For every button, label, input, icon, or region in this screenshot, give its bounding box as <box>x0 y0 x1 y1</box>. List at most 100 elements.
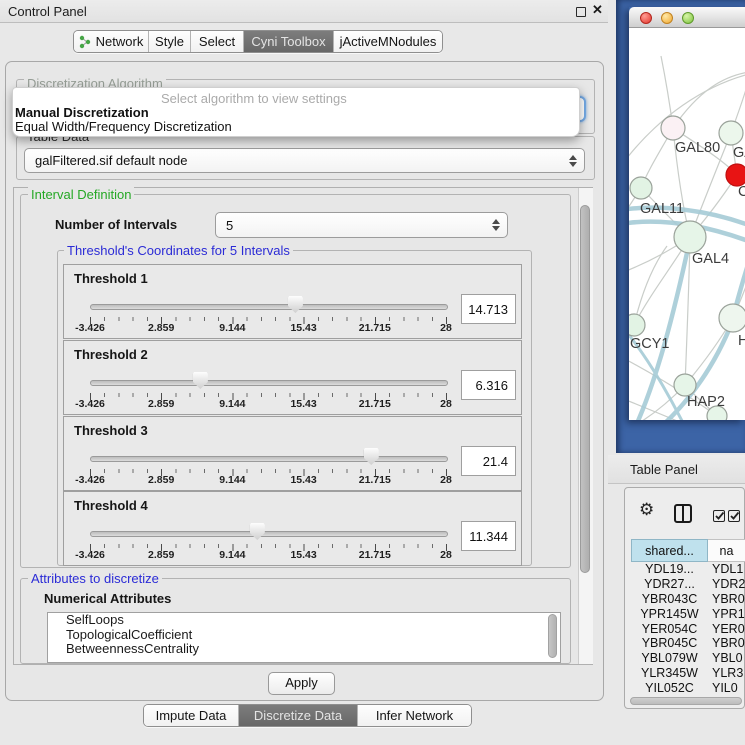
tab-jactivemnodules[interactable]: jActiveMNodules <box>334 31 442 52</box>
threshold-1-slider-track[interactable] <box>90 304 448 310</box>
network-nodes[interactable] <box>629 116 745 420</box>
table-cell[interactable]: YDR27... <box>631 577 708 591</box>
table-cell[interactable]: YLR345W <box>631 666 708 680</box>
popup-option-manual[interactable]: Manual Discretization <box>15 105 149 120</box>
threshold-1-value-field[interactable]: 14.713 <box>461 294 516 324</box>
minimize-traffic-light-icon[interactable] <box>661 12 673 24</box>
threshold-3-value-field[interactable]: 21.4 <box>461 446 516 476</box>
table-cell[interactable]: YBR0 <box>708 592 745 606</box>
close-traffic-light-icon[interactable] <box>640 12 652 24</box>
attribute-item[interactable]: SelfLoops <box>48 613 560 628</box>
tab-select[interactable]: Select <box>191 31 244 52</box>
top-tab-bar: Network Style Select Cyni Toolbox jActiv… <box>73 30 443 53</box>
node-h[interactable] <box>719 304 745 332</box>
zoom-traffic-light-icon[interactable] <box>682 12 694 24</box>
threshold-2-value-field[interactable]: 6.316 <box>461 370 516 400</box>
split-table-icon[interactable] <box>674 504 692 523</box>
node-gal11[interactable] <box>630 177 652 199</box>
vertical-scrollbar-thumb[interactable] <box>580 205 590 573</box>
threshold-4-slider-track[interactable] <box>90 531 448 537</box>
network-canvas[interactable]: GAL80 GA C GAL11 GAL4 GCY1 H HAP2 <box>629 28 745 420</box>
table-row[interactable]: YBL079WYBL0 <box>631 651 745 666</box>
threshold-3-slider-thumb[interactable] <box>364 448 379 465</box>
table-cell[interactable]: YIL0 <box>708 681 745 695</box>
table-data-combobox[interactable]: galFiltered.sif default node <box>24 148 585 173</box>
table-cell[interactable]: YDR2 <box>708 577 745 591</box>
tab-cyni-toolbox[interactable]: Cyni Toolbox <box>244 31 334 52</box>
node-gal80[interactable] <box>661 116 685 140</box>
threshold-label: Threshold 1 <box>74 271 148 286</box>
numerical-attributes-list[interactable]: SelfLoopsTopologicalCoefficientBetweenne… <box>47 612 561 663</box>
table-cell[interactable]: YBR043C <box>631 592 708 606</box>
apply-button[interactable]: Apply <box>268 672 335 695</box>
threshold-3-slider-track[interactable] <box>90 456 448 462</box>
label-partial-top-right: GA <box>733 145 745 161</box>
network-icon <box>79 35 91 49</box>
threshold-1-slider-thumb[interactable] <box>288 296 303 313</box>
label-partial-red: C <box>738 184 745 200</box>
tab-label: Select <box>199 34 235 49</box>
attributes-list-scrollbar[interactable] <box>548 614 557 658</box>
threshold-2-slider-thumb[interactable] <box>193 372 208 389</box>
attribute-item[interactable]: BetweennessCentrality <box>48 642 560 657</box>
tick-label: 28 <box>440 322 452 334</box>
table-cell[interactable]: YBL0 <box>708 651 745 665</box>
table-cell[interactable]: YBR045C <box>631 636 708 650</box>
threshold-4-value-field[interactable]: 11.344 <box>461 521 516 551</box>
node-red[interactable] <box>726 164 745 186</box>
table-row[interactable]: YDR27...YDR2 <box>631 577 745 592</box>
tick-label: 15.43 <box>290 549 316 561</box>
table-cell[interactable]: YBR0 <box>708 636 745 650</box>
checkbox-icon[interactable] <box>728 510 740 522</box>
threshold-4-slider-thumb[interactable] <box>250 523 265 540</box>
table-cell[interactable]: YPR1 <box>708 607 745 621</box>
attribute-item[interactable]: TopologicalCoefficient <box>48 628 560 643</box>
table-cell[interactable]: YDL1 <box>708 562 745 576</box>
tick-label: 21.715 <box>359 549 391 561</box>
column-header-shared-name[interactable]: shared... <box>631 539 708 562</box>
table-row[interactable]: YBR043CYBR0 <box>631 592 745 607</box>
app-root: Control Panel ✕ Network Style Select Cyn… <box>0 0 745 745</box>
table-cell[interactable]: YDL19... <box>631 562 708 576</box>
table-row[interactable]: YPR145WYPR1 <box>631 606 745 621</box>
tab-network[interactable]: Network <box>74 31 149 52</box>
column-header-name[interactable]: na <box>708 539 745 562</box>
tab-impute-data[interactable]: Impute Data <box>144 705 239 726</box>
tick-label: 15.43 <box>290 322 316 334</box>
table-row[interactable]: YIL052CYIL0 <box>631 680 745 695</box>
checkbox-icon[interactable] <box>713 510 725 522</box>
table-cell[interactable]: YPR145W <box>631 607 708 621</box>
table-row[interactable]: YLR345WYLR3 <box>631 666 745 681</box>
table-cell[interactable]: YIL052C <box>631 681 708 695</box>
node-top-right[interactable] <box>719 121 743 145</box>
threshold-2-panel: Threshold 2 -3.4262.8599.14415.4321.7152… <box>63 340 522 415</box>
numerical-attributes-label: Numerical Attributes <box>44 591 171 606</box>
tick-label: -3.426 <box>75 322 105 334</box>
network-window-titlebar[interactable] <box>629 7 745 28</box>
node-gcy1[interactable] <box>629 314 645 336</box>
table-row[interactable]: YDL19...YDL1 <box>631 562 745 577</box>
tab-infer-network[interactable]: Infer Network <box>358 705 471 726</box>
threshold-2-slider-track[interactable] <box>90 380 448 386</box>
table-header-row: shared... na <box>631 539 745 562</box>
table-cell[interactable]: YBL079W <box>631 651 708 665</box>
network-graph: GAL80 GA C GAL11 GAL4 GCY1 H HAP2 <box>629 28 745 420</box>
table-horizontal-scrollbar[interactable] <box>630 697 742 705</box>
table-panel-title: Table Panel <box>630 462 698 477</box>
close-icon[interactable]: ✕ <box>592 2 603 18</box>
table-row[interactable]: YBR045CYBR0 <box>631 636 745 651</box>
popup-option-equal-width[interactable]: Equal Width/Frequency Discretization <box>15 119 232 134</box>
bottom-tab-bar: Impute Data Discretize Data Infer Networ… <box>143 704 472 727</box>
table-cell[interactable]: YLR3 <box>708 666 745 680</box>
label-hap2: HAP2 <box>687 394 725 410</box>
number-of-intervals-combobox[interactable]: 5 <box>215 212 508 238</box>
tab-style[interactable]: Style <box>149 31 191 52</box>
table-cell[interactable]: YER054C <box>631 622 708 636</box>
table-row[interactable]: YER054CYER0 <box>631 621 745 636</box>
tab-discretize-data[interactable]: Discretize Data <box>239 705 358 726</box>
node-gal4[interactable] <box>674 221 706 253</box>
float-panel-icon[interactable] <box>576 7 586 17</box>
node-hap2[interactable] <box>674 374 696 396</box>
gear-icon[interactable]: ⚙ <box>639 502 654 519</box>
table-cell[interactable]: YER0 <box>708 622 745 636</box>
